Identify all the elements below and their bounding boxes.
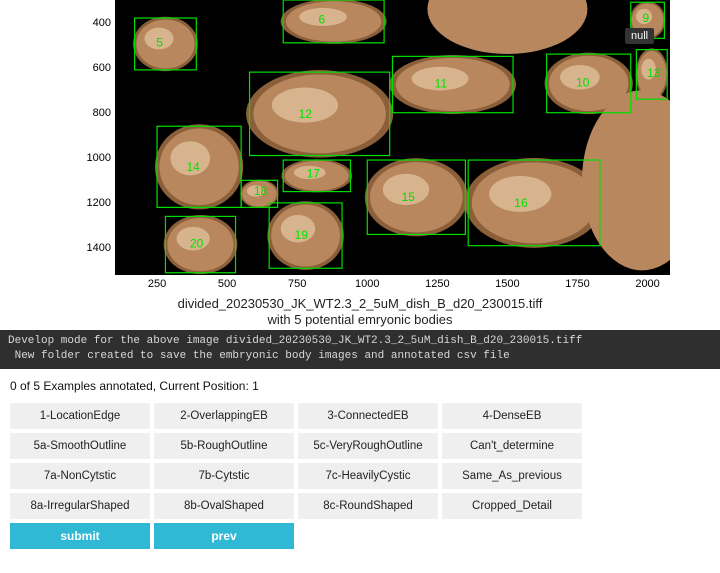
- svg-text:14: 14: [186, 160, 200, 174]
- svg-text:19: 19: [295, 228, 309, 242]
- svg-text:17: 17: [307, 166, 321, 180]
- cat-same-as-previous[interactable]: Same_As_previous: [442, 463, 582, 489]
- svg-text:6: 6: [319, 13, 326, 27]
- cat-round-shaped[interactable]: 8c-RoundShaped: [298, 493, 438, 519]
- svg-text:10: 10: [576, 75, 590, 89]
- cat-heavily-cystic[interactable]: 7c-HeavilyCystic: [298, 463, 438, 489]
- cat-smooth-outline[interactable]: 5a-SmoothOutline: [10, 433, 150, 459]
- log-line: New folder created to save the embryonic…: [8, 350, 510, 362]
- hover-tooltip: null: [625, 28, 654, 44]
- submit-button[interactable]: submit: [10, 523, 150, 549]
- svg-text:20: 20: [190, 236, 204, 250]
- svg-text:5: 5: [156, 36, 163, 50]
- svg-text:16: 16: [514, 196, 528, 210]
- annotation-panel: 0 of 5 Examples annotated, Current Posit…: [0, 369, 720, 573]
- cat-cropped-detail[interactable]: Cropped_Detail: [442, 493, 582, 519]
- svg-text:12: 12: [299, 107, 313, 121]
- cat-cystic[interactable]: 7b-Cytstic: [154, 463, 294, 489]
- category-row: 8a-IrregularShaped 8b-OvalShaped 8c-Roun…: [10, 493, 710, 519]
- image-plot: 400600800100012001400 5 6 9 10 11 12 13 14 15 16 1…: [0, 0, 720, 330]
- bbox-overlay: 5 6 9 10 11 12 13 14 15 16 17 18 19 20: [115, 0, 670, 275]
- category-row: 7a-NonCytstic 7b-Cytstic 7c-HeavilyCysti…: [10, 463, 710, 489]
- svg-text:13: 13: [647, 66, 661, 80]
- action-row: submit prev: [10, 523, 710, 549]
- cat-connected-eb[interactable]: 3-ConnectedEB: [298, 403, 438, 429]
- category-row: 1-LocationEdge 2-OverlappingEB 3-Connect…: [10, 403, 710, 429]
- cat-dense-eb[interactable]: 4-DenseEB: [442, 403, 582, 429]
- svg-text:18: 18: [254, 184, 268, 198]
- cat-overlapping-eb[interactable]: 2-OverlappingEB: [154, 403, 294, 429]
- plot-title: divided_20230530_JK_WT2.3_2_5uM_dish_B_d…: [0, 296, 720, 329]
- cat-very-rough-outline[interactable]: 5c-VeryRoughOutline: [298, 433, 438, 459]
- cat-rough-outline[interactable]: 5b-RoughOutline: [154, 433, 294, 459]
- svg-text:11: 11: [435, 76, 448, 90]
- plot-frame[interactable]: 5 6 9 10 11 12 13 14 15 16 17 18 19 20 null: [115, 0, 670, 275]
- category-row: 5a-SmoothOutline 5b-RoughOutline 5c-Very…: [10, 433, 710, 459]
- x-axis-ticks: 25050075010001250150017502000: [115, 278, 670, 294]
- y-axis-ticks: 400600800100012001400: [77, 0, 111, 275]
- plot-title-text: divided_20230530_JK_WT2.3_2_5uM_dish_B_d…: [178, 296, 543, 327]
- prev-button[interactable]: prev: [154, 523, 294, 549]
- svg-text:15: 15: [402, 190, 416, 204]
- cat-oval-shaped[interactable]: 8b-OvalShaped: [154, 493, 294, 519]
- log-line: Develop mode for the above image divided…: [8, 335, 582, 347]
- annotation-status: 0 of 5 Examples annotated, Current Posit…: [10, 379, 710, 393]
- log-output: Develop mode for the above image divided…: [0, 330, 720, 369]
- cat-location-edge[interactable]: 1-LocationEdge: [10, 403, 150, 429]
- svg-text:9: 9: [643, 11, 650, 25]
- cat-non-cystic[interactable]: 7a-NonCytstic: [10, 463, 150, 489]
- cat-irregular-shaped[interactable]: 8a-IrregularShaped: [10, 493, 150, 519]
- cat-cant-determine[interactable]: Can't_determine: [442, 433, 582, 459]
